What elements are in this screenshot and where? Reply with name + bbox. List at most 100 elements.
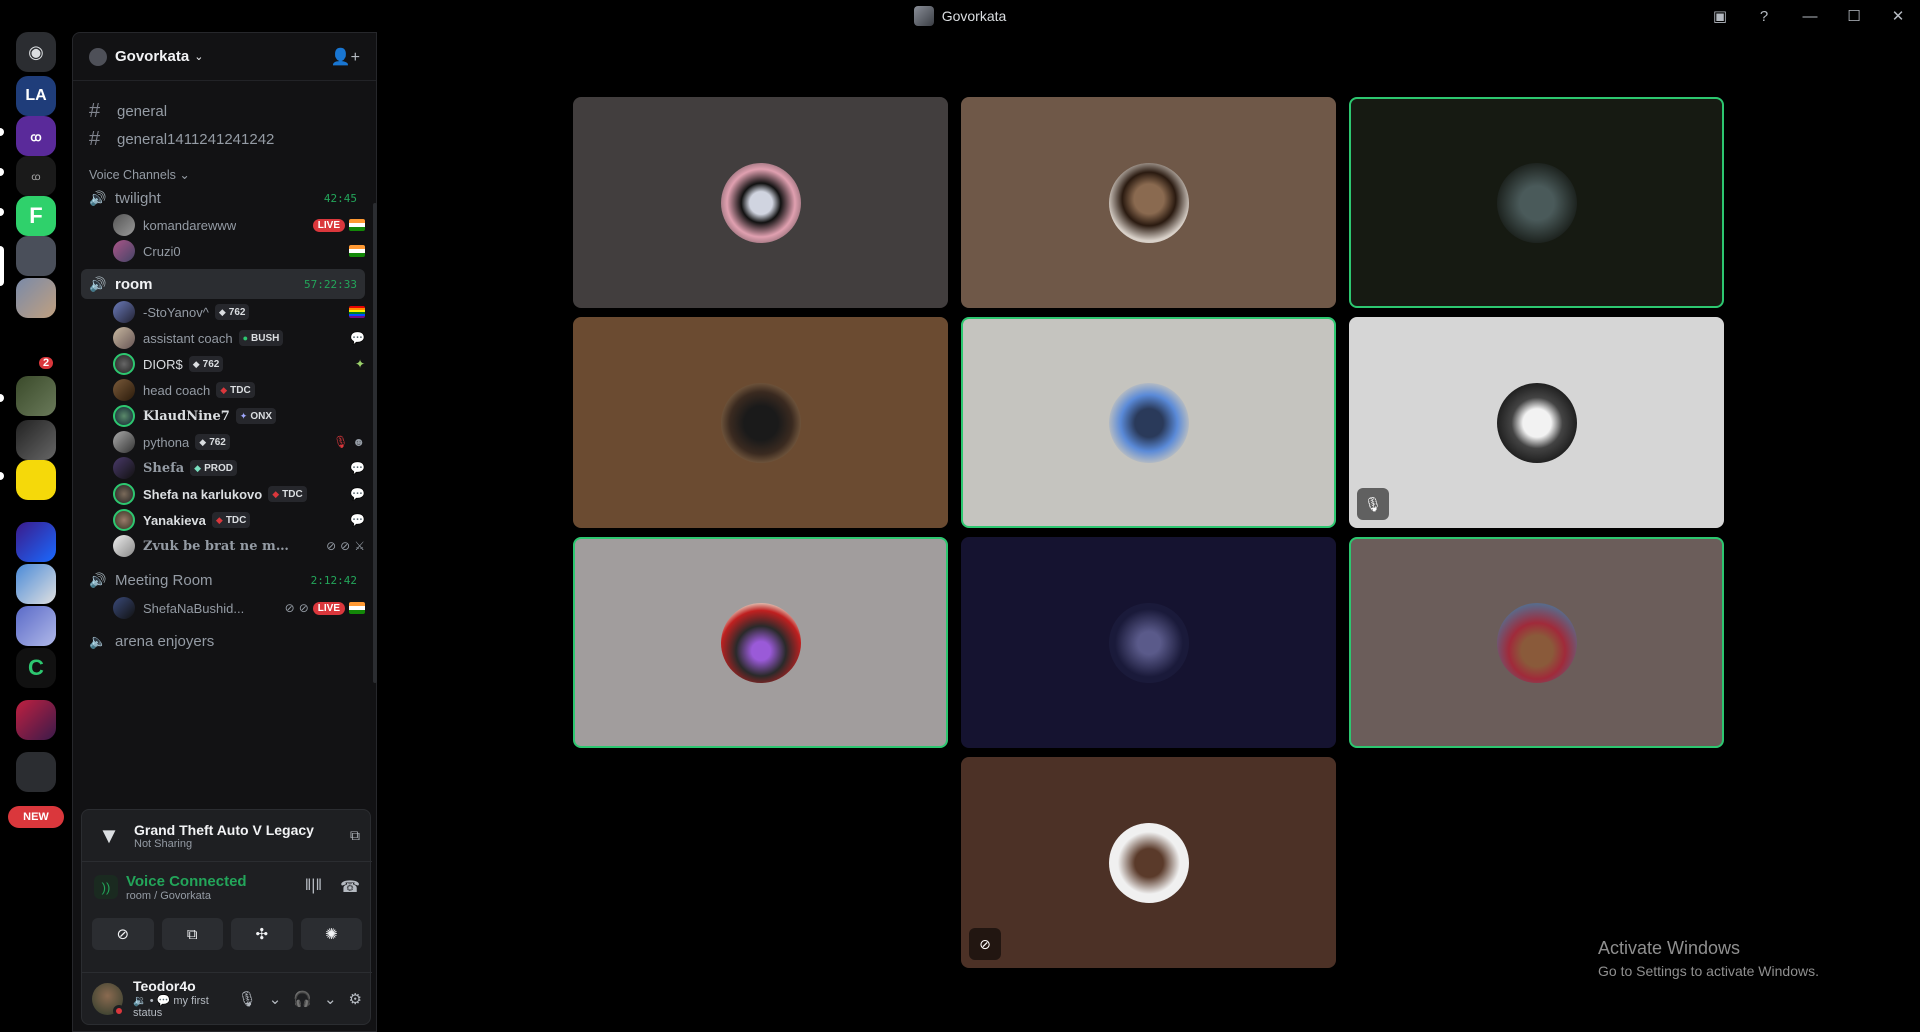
participant-tile[interactable] (961, 97, 1336, 308)
server-icon[interactable] (16, 376, 56, 416)
chevron-down-icon[interactable]: ⌄ (269, 990, 282, 1008)
participant-avatar (720, 602, 801, 683)
voice-member[interactable]: Zvuk be brat ne mo... ⊘ ⊘ ⚔ (113, 533, 365, 559)
share-screen-button[interactable]: ⧉ (161, 918, 223, 950)
server-icon[interactable]: F (16, 196, 56, 236)
guild-tag: ◆ 762 (188, 356, 224, 372)
activation-watermark: Activate Windows Go to Settings to activ… (1598, 938, 1819, 979)
participant-tile[interactable] (1349, 97, 1724, 308)
member-name: komandarewww (143, 217, 237, 233)
participant-tile[interactable] (961, 317, 1336, 528)
participant-tile[interactable] (1349, 537, 1724, 748)
server-icon[interactable]: ꭃ (16, 156, 56, 196)
activity-icon: 💬 (350, 513, 365, 527)
voice-category[interactable]: Voice Channels ⌄ (89, 167, 190, 182)
server-icon[interactable]: C (16, 648, 56, 688)
server-icon[interactable] (16, 420, 56, 460)
swords-icon: ⚔ (354, 539, 365, 553)
guild-tag: ✦ ONX (235, 408, 277, 424)
voice-member[interactable]: komandarewww LIVE (113, 212, 365, 238)
minimize-button[interactable]: — (1788, 0, 1832, 32)
inbox-icon[interactable]: ▣ (1698, 0, 1742, 32)
member-name: pythona (143, 434, 190, 450)
voice-member[interactable]: pythona ◆ 762 🎙 ☻ (113, 429, 365, 455)
guild-tag: ◆ TDC (211, 512, 251, 528)
gear-icon[interactable]: ⚙ (349, 990, 362, 1008)
participant-tile[interactable] (573, 317, 948, 528)
voice-location[interactable]: room / Govorkata (126, 890, 247, 902)
server-icon[interactable]: ꭃ (16, 116, 56, 156)
voice-channel-twilight[interactable]: 🔊 twilight 42:45 (81, 183, 365, 213)
server-icon[interactable] (16, 564, 56, 604)
server-icon[interactable] (16, 606, 56, 646)
participant-tile[interactable] (961, 537, 1336, 748)
activity-icon: 💬 (350, 461, 365, 475)
username[interactable]: Teodor4o (133, 978, 238, 994)
soundboard-button[interactable]: ✺ (300, 918, 362, 950)
microphone-icon[interactable]: 🎙 (238, 990, 257, 1008)
server-icon[interactable] (16, 236, 56, 276)
activity-icon: 💬 (350, 331, 365, 345)
participant-tile[interactable] (573, 537, 948, 748)
voice-channel-arena-enjoyers[interactable]: 🔈 arena enjoyers (81, 626, 365, 656)
speaker-icon: 🔊 (89, 571, 107, 588)
voice-member[interactable]: DIOR$ ◆ 762 ✦ (113, 351, 365, 377)
participant-tile[interactable]: ⊘ (961, 757, 1336, 968)
participant-avatar (1108, 382, 1189, 463)
voice-member[interactable]: Yanakieva ◆ TDC 💬 (113, 507, 365, 533)
muted-mic-icon: 🎙 (333, 435, 349, 449)
voice-member[interactable]: Cruzi0 (113, 238, 365, 264)
help-icon[interactable]: ? (1742, 0, 1786, 32)
avatar[interactable] (92, 982, 125, 1017)
window-title-text: Govorkata (941, 8, 1007, 24)
activities-button[interactable]: ✣ (231, 918, 293, 950)
noise-suppression-icon[interactable]: ‖|‖ (305, 877, 322, 897)
game-icon: ▼ (98, 822, 120, 848)
hash-icon: # (89, 127, 101, 150)
channel-sidebar: Govorkata ⌄ 👤+ # general # general141124… (72, 32, 377, 1032)
share-screen-icon[interactable]: ⧉ (350, 827, 360, 844)
voice-member[interactable]: assistant coach ● BUSH 💬 (113, 325, 365, 351)
chevron-down-icon[interactable]: ⌄ (324, 990, 337, 1008)
voice-channel-room[interactable]: 🔊 room 57:22:33 (81, 269, 365, 299)
participant-avatar (720, 162, 801, 243)
voice-member[interactable]: Shefa na karlukovo ◆ TDC 💬 (113, 481, 365, 507)
voice-member[interactable]: -StoYanov^ ◆ 762 (113, 299, 365, 325)
tag-icon: ◆ (272, 488, 280, 499)
voice-member[interactable]: KlaudNine7 ✦ ONX (113, 403, 365, 429)
window-title: Govorkata (0, 0, 1920, 32)
invite-people-icon[interactable]: 👤+ (331, 47, 360, 67)
server-icon[interactable] (16, 278, 56, 318)
participant-tile[interactable]: 🎙 (1349, 317, 1724, 528)
tag-icon: ◆ (220, 384, 228, 395)
server-icon[interactable] (16, 752, 56, 792)
voice-member[interactable]: ShefaNaBushid... ⊘ ⊘ LIVE (113, 595, 365, 621)
server-icon[interactable] (16, 460, 56, 500)
voice-member[interactable]: head coach ◆ TDC (113, 377, 365, 403)
participant-avatar (1108, 162, 1189, 243)
camera-off-button[interactable]: ⊘ (92, 918, 154, 950)
avatar (113, 509, 135, 531)
alien-icon: ☻ (352, 435, 365, 449)
new-badge[interactable]: NEW (8, 806, 64, 828)
close-button[interactable]: ✕ (1876, 0, 1920, 32)
tag-icon: ◆ (199, 436, 207, 447)
voice-channel-meeting-room[interactable]: 🔊 Meeting Room 2:12:42 (81, 565, 365, 595)
guild-header[interactable]: Govorkata ⌄ 👤+ (73, 33, 376, 81)
voice-status[interactable]: Voice Connected (126, 873, 247, 890)
avatar (113, 240, 135, 262)
home-icon[interactable]: ◉ (16, 32, 56, 72)
headphones-icon[interactable]: 🎧 (293, 990, 312, 1008)
speaker-icon: 🔈 (89, 632, 107, 649)
text-channel[interactable]: # general1411241241242 (81, 123, 365, 155)
server-icon[interactable] (16, 522, 56, 562)
server-muted-icon: 🎙 (1357, 488, 1389, 520)
connection-signal-icon[interactable]: )) (94, 875, 118, 899)
hash-icon: # (89, 99, 101, 122)
server-icon[interactable]: LA (16, 76, 56, 116)
participant-tile[interactable] (573, 97, 948, 308)
server-icon[interactable] (16, 700, 56, 740)
voice-member[interactable]: Shefa ◆ PROD 💬 (113, 455, 365, 481)
maximize-button[interactable]: ☐ (1832, 0, 1876, 32)
disconnect-icon[interactable]: ☎ (340, 877, 360, 897)
